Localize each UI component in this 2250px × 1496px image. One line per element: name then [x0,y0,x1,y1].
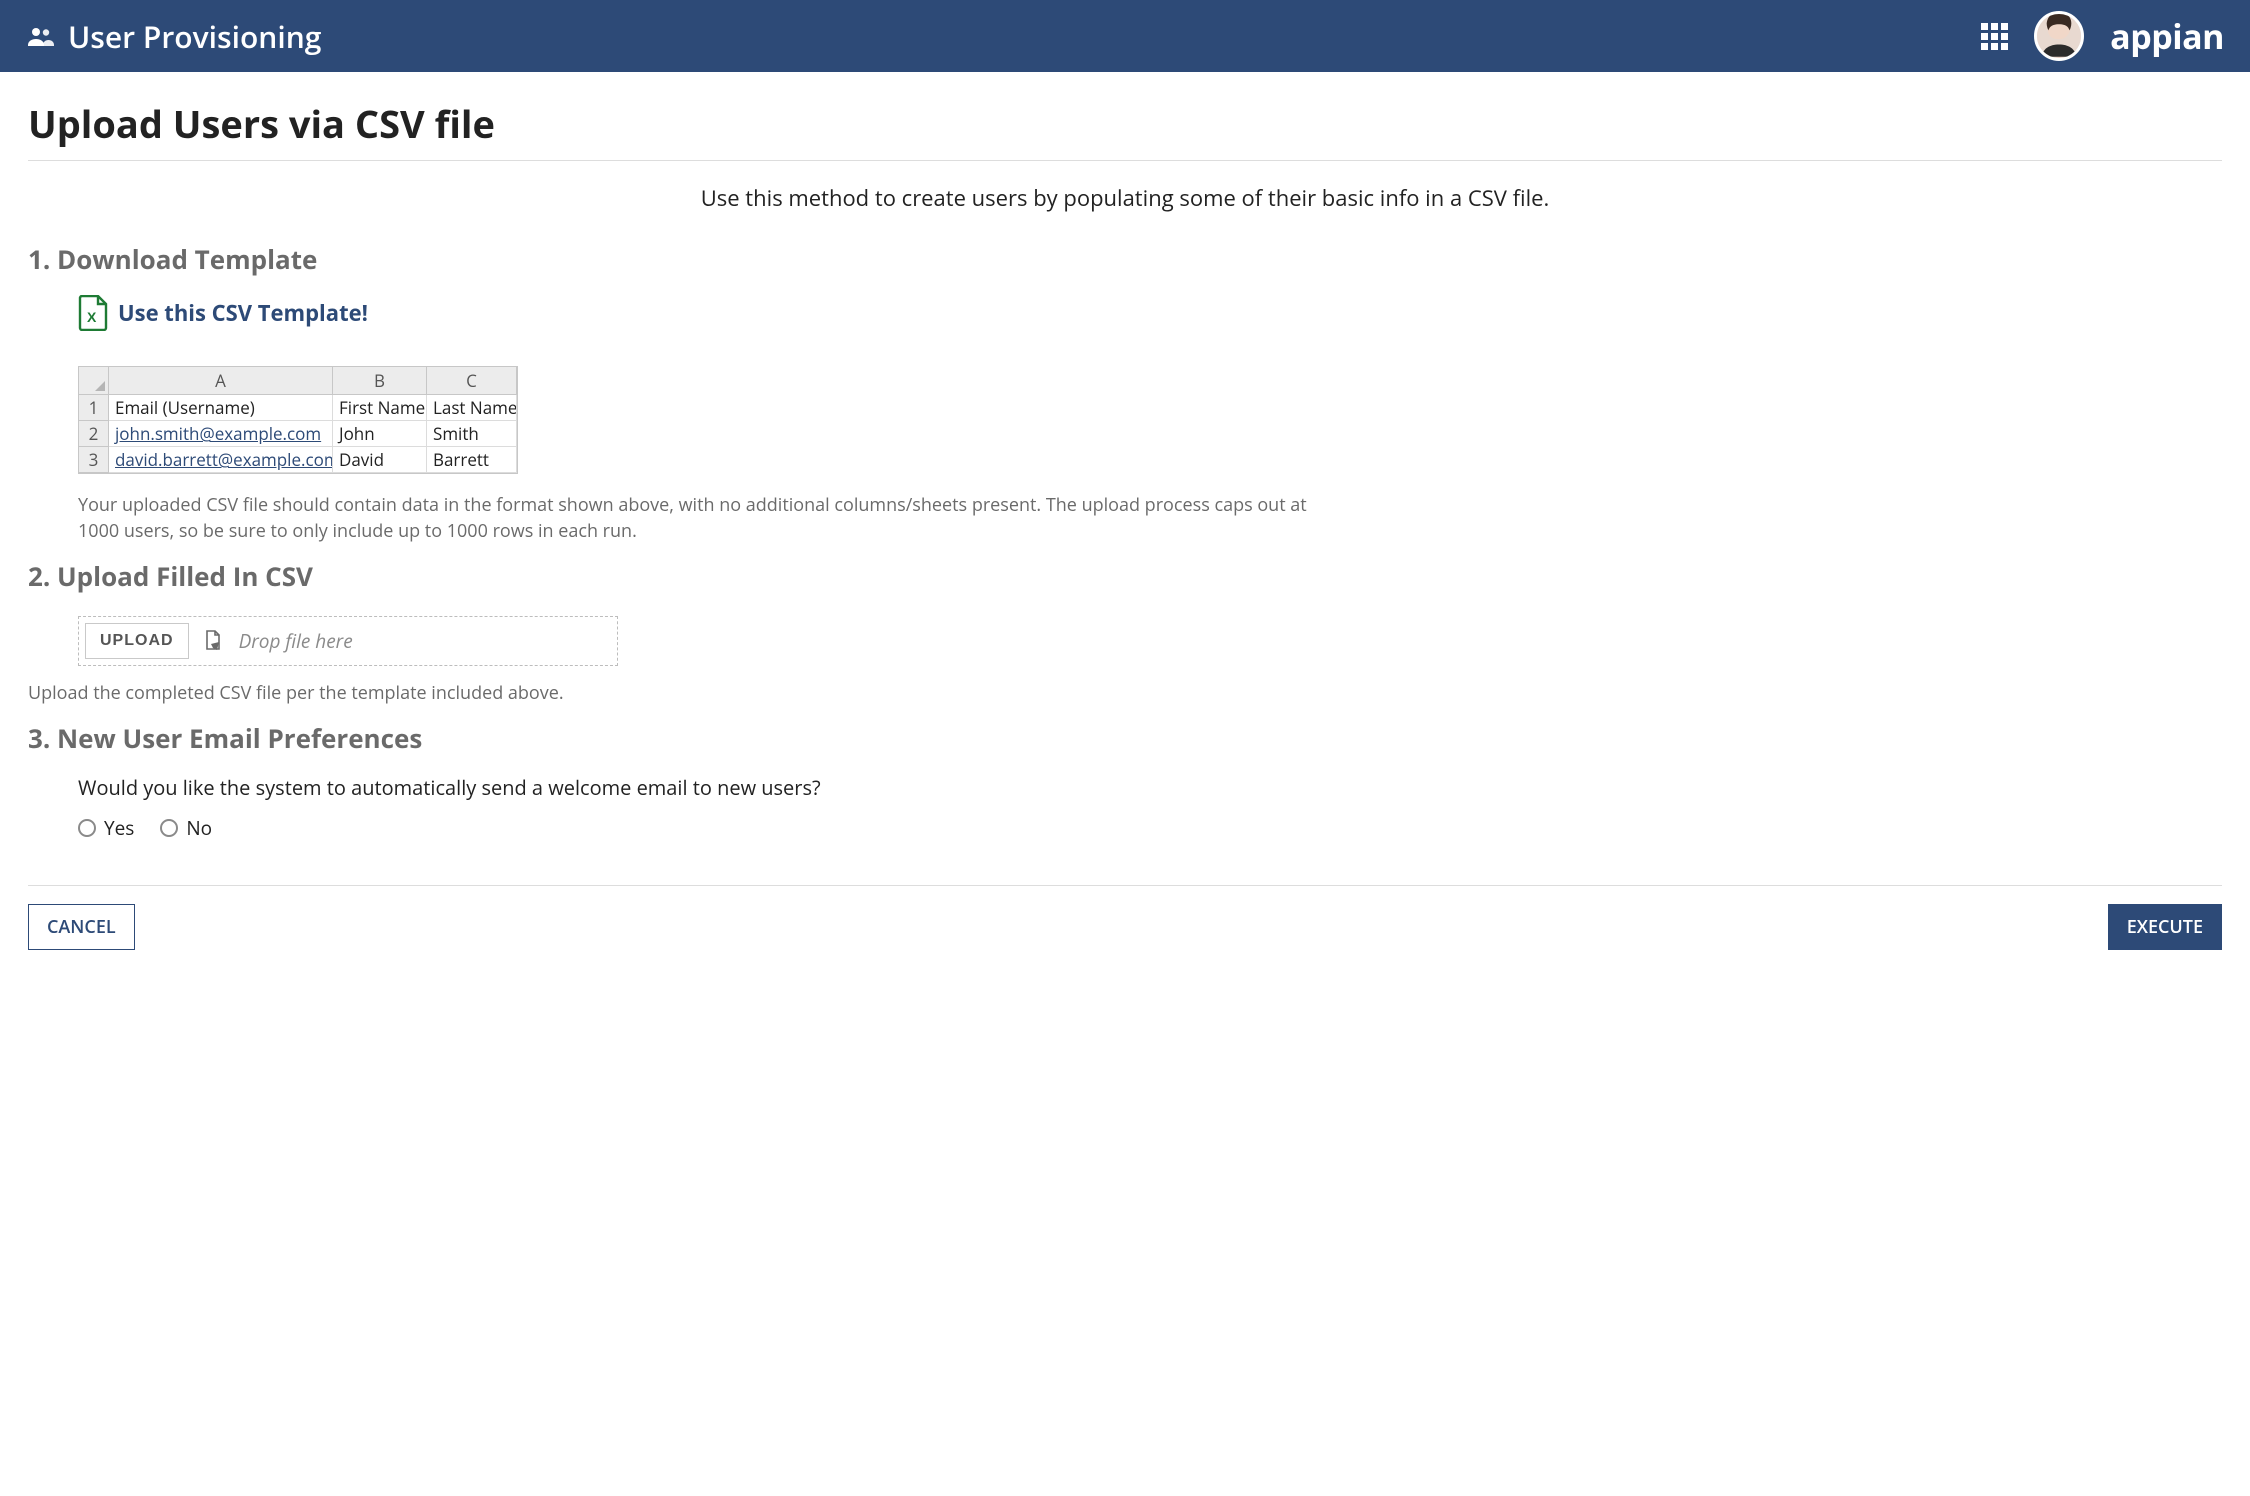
brand-logo: appian [2110,13,2224,59]
radio-yes[interactable]: Yes [78,815,134,841]
drop-hint-text: Drop file here [239,628,353,654]
download-template-link[interactable]: X Use this CSV Template! [78,295,368,331]
row-number: 1 [79,395,109,421]
col-letter-b: B [333,367,427,395]
download-template-label: Use this CSV Template! [118,298,368,328]
page-intro: Use this method to create users by popul… [28,183,2222,213]
file-dropzone[interactable]: UPLOAD Drop file here [78,616,618,666]
table-cell: Smith [427,421,517,447]
execute-button[interactable]: EXECUTE [2108,904,2222,950]
app-title: User Provisioning [68,16,321,57]
page-title: Upload Users via CSV file [28,98,2222,150]
table-cell: Barrett [427,447,517,473]
section-1-heading: 1. Download Template [28,241,2222,277]
row-number: 2 [79,421,109,447]
radio-yes-label: Yes [104,815,134,841]
header-cell: Last Name [427,395,517,421]
section-3-heading: 3. New User Email Preferences [28,720,2222,756]
header-cell: Email (Username) [109,395,333,421]
radio-no-label: No [186,815,212,841]
csv-preview-table: A B C 1 Email (Username) First Name Last… [78,366,518,474]
radio-icon [160,819,178,837]
svg-text:X: X [87,309,97,325]
table-cell: John [333,421,427,447]
table-cell: David [333,447,427,473]
user-avatar[interactable] [2034,11,2084,61]
row-number: 3 [79,447,109,473]
section-2-helper: Upload the completed CSV file per the te… [28,680,1288,706]
table-cell: john.smith@example.com [109,421,333,447]
section-2-heading: 2. Upload Filled In CSV [28,558,2222,594]
upload-button[interactable]: UPLOAD [85,623,189,659]
form-footer: CANCEL EXECUTE [28,885,2222,950]
divider [28,160,2222,161]
email-pref-question: Would you like the system to automatical… [78,774,2222,801]
radio-icon [78,819,96,837]
radio-no[interactable]: No [160,815,212,841]
file-drop-icon [203,629,225,653]
app-header: User Provisioning appian [0,0,2250,72]
excel-file-icon: X [78,295,108,331]
col-letter-a: A [109,367,333,395]
app-launcher-icon[interactable] [1981,23,2008,50]
cancel-button[interactable]: CANCEL [28,904,135,950]
header-cell: First Name [333,395,427,421]
section-1-helper: Your uploaded CSV file should contain da… [78,492,1338,544]
col-letter-c: C [427,367,517,395]
table-cell: david.barrett@example.com [109,447,333,473]
users-icon [26,26,54,46]
